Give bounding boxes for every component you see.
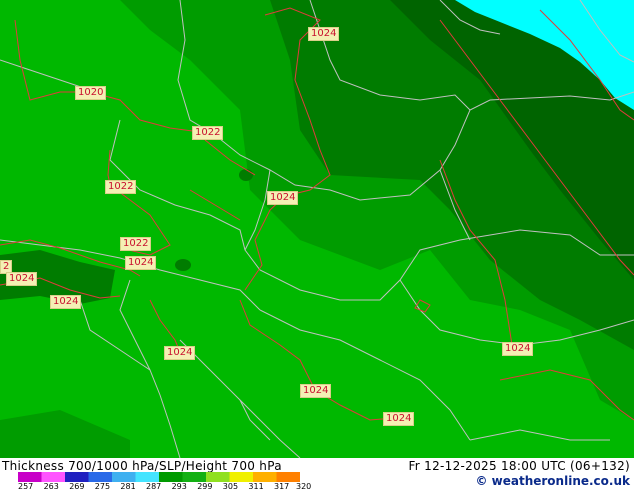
legend-swatch xyxy=(88,472,113,482)
isobar-label: 1024 xyxy=(300,384,332,398)
color-legend xyxy=(18,472,300,482)
isobar-label: 1024 xyxy=(50,295,82,309)
isobar-label: 1024 xyxy=(6,272,38,286)
legend-swatch xyxy=(182,472,207,482)
legend-swatch xyxy=(276,472,300,482)
map-title: Thickness 700/1000 hPa/SLP/Height 700 hP… xyxy=(2,459,282,473)
isobar-label: 1024 xyxy=(267,191,299,205)
legend-swatch xyxy=(206,472,230,482)
isobar-label: 1022 xyxy=(105,180,137,194)
isobar-label: 1024 xyxy=(308,27,340,41)
legend-swatch xyxy=(159,472,183,482)
isobar-label: 1022 xyxy=(192,126,224,140)
isobar-label: 1024 xyxy=(164,346,196,360)
legend-swatch xyxy=(18,472,42,482)
isobar-label: 1024 xyxy=(125,256,157,270)
isobar-label: 1024 xyxy=(383,412,415,426)
legend-swatch xyxy=(112,472,136,482)
legend-swatch xyxy=(65,472,89,482)
isobar-label: 1022 xyxy=(120,237,152,251)
thickness-patch-small-2 xyxy=(239,169,253,181)
credit-link[interactable]: © weatheronline.co.uk xyxy=(475,474,630,488)
legend-swatch xyxy=(135,472,160,482)
isobar-label: 1024 xyxy=(502,342,534,356)
legend-swatch xyxy=(229,472,254,482)
run-timestamp: Fr 12-12-2025 18:00 UTC (06+132) xyxy=(408,459,630,473)
map-footer: Thickness 700/1000 hPa/SLP/Height 700 hP… xyxy=(0,458,634,491)
legend-swatch xyxy=(253,472,277,482)
legend-swatch xyxy=(41,472,66,482)
isobar-label: 1020 xyxy=(75,86,107,100)
thickness-patch-small xyxy=(175,259,191,271)
